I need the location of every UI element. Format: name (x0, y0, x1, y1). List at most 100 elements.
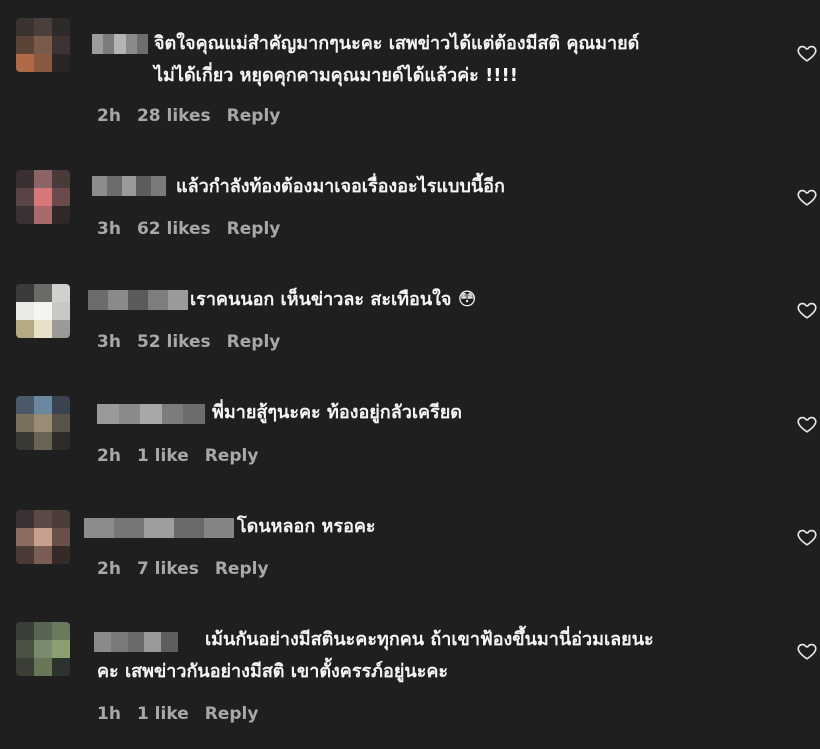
avatar-pixel (16, 54, 34, 72)
avatar-pixel (16, 188, 34, 206)
comment-meta: 2h 28 likes Reply (97, 106, 280, 126)
username-pixel (174, 518, 204, 538)
username-pixel (114, 34, 126, 54)
username-pixel (88, 290, 108, 310)
reply-button[interactable]: Reply (215, 559, 269, 579)
heart-outline-icon[interactable] (796, 186, 818, 208)
avatar-pixel (16, 414, 34, 432)
username-pixel (148, 290, 168, 310)
username-pixel (183, 404, 205, 424)
username-pixel (128, 290, 148, 310)
comment-likes[interactable]: 1 like (137, 446, 189, 466)
username[interactable] (92, 176, 166, 196)
reply-button[interactable]: Reply (227, 332, 281, 352)
avatar-pixel (52, 528, 70, 546)
avatar-pixel (52, 622, 70, 640)
username-pixel (97, 404, 119, 424)
avatar-pixel (16, 320, 34, 338)
reply-button[interactable]: Reply (227, 219, 281, 239)
reply-button[interactable]: Reply (205, 446, 259, 466)
username-pixel (92, 34, 104, 54)
username-pixel (151, 176, 166, 196)
heart-outline-icon[interactable] (796, 413, 818, 435)
comment-meta: 2h 7 likes Reply (97, 559, 269, 579)
avatar-pixel (34, 432, 52, 450)
avatar-pixel (52, 206, 70, 224)
comment-likes[interactable]: 1 like (137, 704, 189, 724)
avatar-pixel (16, 284, 34, 302)
username-pixel (168, 290, 188, 310)
username-pixel (161, 404, 184, 424)
comment-meta: 3h 52 likes Reply (97, 332, 280, 352)
comment-meta: 2h 1 like Reply (97, 446, 258, 466)
comment-likes[interactable]: 62 likes (137, 219, 211, 239)
avatar-pixel (52, 284, 70, 302)
username-pixel (140, 404, 162, 424)
username-pixel (118, 404, 141, 424)
avatar-pixel (34, 206, 52, 224)
avatar-pixel (34, 396, 52, 414)
avatar-pixel (16, 640, 34, 658)
username[interactable] (84, 518, 234, 538)
comment-text: แล้วกำลังท้องต้องมาเจอเรื่องอะไรแบบนี้อี… (176, 176, 505, 197)
avatar-pixel (52, 640, 70, 658)
avatar-pixel (52, 432, 70, 450)
comment-time: 3h (97, 219, 121, 239)
comment-time: 2h (97, 559, 121, 579)
avatar-pixel (16, 396, 34, 414)
comment-meta: 3h 62 likes Reply (97, 219, 280, 239)
avatar-pixel (16, 510, 34, 528)
avatar[interactable] (16, 622, 70, 676)
avatar-pixel (52, 36, 70, 54)
username[interactable] (92, 34, 149, 54)
comment-text: โดนหลอก หรอคะ (237, 516, 376, 537)
avatar-pixel (52, 414, 70, 432)
avatar-pixel (16, 206, 34, 224)
username-pixel (144, 518, 174, 538)
avatar-pixel (52, 54, 70, 72)
username-pixel (108, 290, 128, 310)
username-pixel (84, 518, 114, 538)
heart-outline-icon[interactable] (796, 526, 818, 548)
avatar[interactable] (16, 18, 70, 72)
comment-likes[interactable]: 7 likes (137, 559, 199, 579)
avatar-pixel (16, 658, 34, 676)
avatar-pixel (52, 658, 70, 676)
heart-outline-icon[interactable] (796, 42, 818, 64)
username-pixel (136, 176, 152, 196)
comment-text: จิตใจคุณแม่สำคัญมากๆนะคะ เสพข่าวได้แต่ต้… (154, 33, 640, 86)
username[interactable] (97, 404, 205, 424)
avatar-pixel (52, 302, 70, 320)
avatar-pixel (16, 622, 34, 640)
username[interactable] (88, 290, 188, 310)
avatar-pixel (34, 188, 52, 206)
comment-text: เม้นกันอย่างมีสตินะคะทุกคน ถ้าเขาฟ้องขึ้… (97, 629, 654, 682)
username-pixel (106, 176, 122, 196)
username-pixel (136, 34, 149, 54)
heart-outline-icon[interactable] (796, 299, 818, 321)
avatar-pixel (34, 54, 52, 72)
reply-button[interactable]: Reply (227, 106, 281, 126)
avatar-pixel (52, 396, 70, 414)
avatar[interactable] (16, 170, 70, 224)
avatar-pixel (52, 546, 70, 564)
heart-outline-icon[interactable] (796, 640, 818, 662)
avatar[interactable] (16, 396, 70, 450)
username-pixel (103, 34, 115, 54)
reply-button[interactable]: Reply (205, 704, 259, 724)
avatar-pixel (34, 640, 52, 658)
comment-likes[interactable]: 28 likes (137, 106, 211, 126)
avatar[interactable] (16, 284, 70, 338)
avatar-pixel (16, 170, 34, 188)
avatar-pixel (52, 320, 70, 338)
avatar-pixel (34, 284, 52, 302)
comment-likes[interactable]: 52 likes (137, 332, 211, 352)
avatar-pixel (16, 546, 34, 564)
comment-time: 2h (97, 446, 121, 466)
avatar-pixel (52, 188, 70, 206)
avatar[interactable] (16, 510, 70, 564)
username-pixel (125, 34, 137, 54)
comment-text: พี่มายสู้ๆนะคะ ท้องอยู่กลัวเครียด (212, 402, 462, 423)
avatar-pixel (34, 36, 52, 54)
username-pixel (114, 518, 144, 538)
